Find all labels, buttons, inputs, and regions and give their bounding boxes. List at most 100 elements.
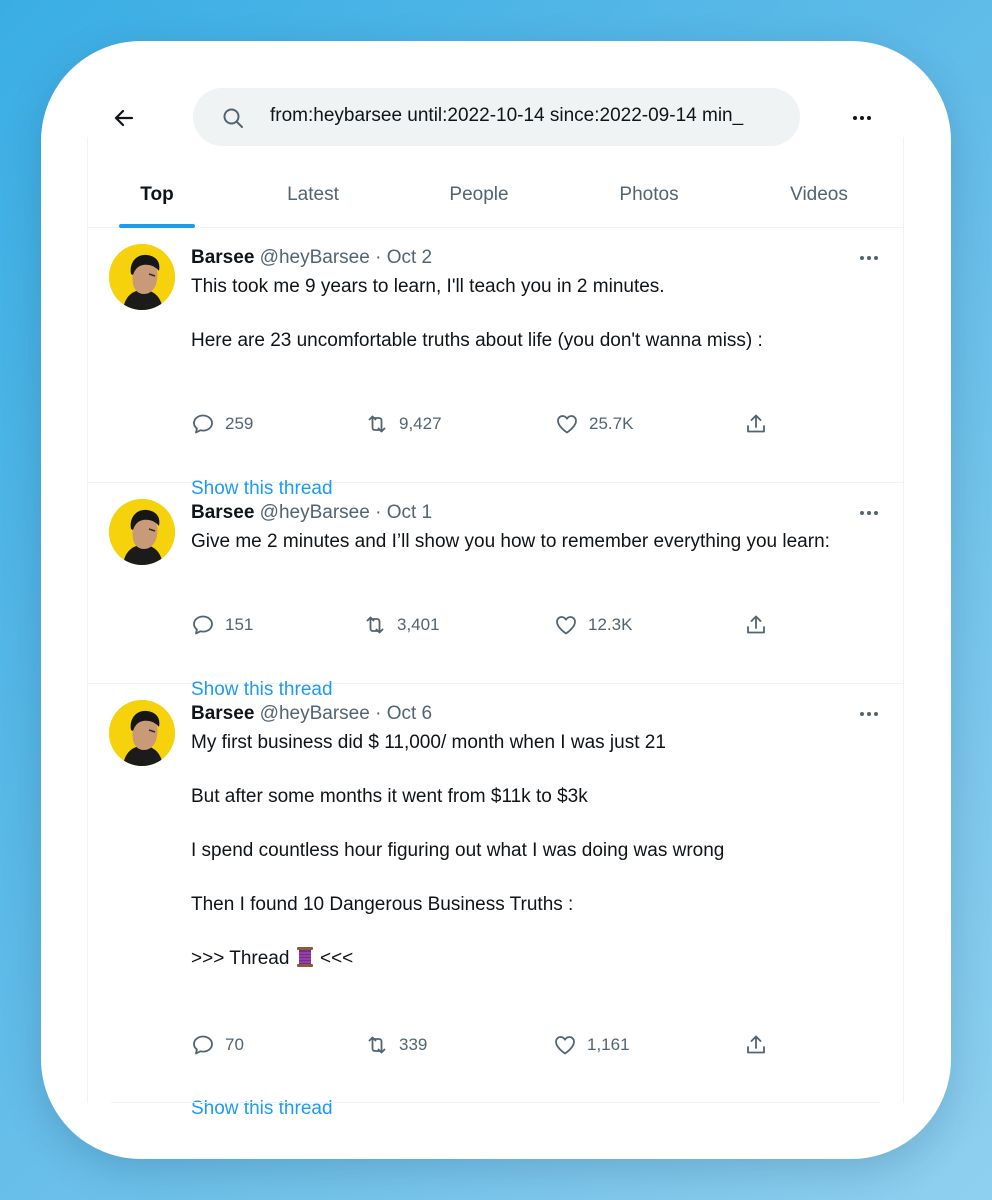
- tweet-line-blank: [191, 864, 724, 891]
- tab-people[interactable]: People: [429, 162, 529, 228]
- more-horizontal-icon: [860, 712, 878, 716]
- like-count: 25.7K: [589, 414, 634, 433]
- more-horizontal-icon: [853, 116, 871, 120]
- avatar-portrait: [109, 499, 175, 565]
- reply-button[interactable]: 151: [191, 613, 253, 637]
- tweet-header: Barsee @heyBarsee · Oct 1: [191, 502, 432, 524]
- like-button[interactable]: 25.7K: [555, 412, 633, 436]
- tweet-line: Give me 2 minutes and I’ll show you how …: [191, 531, 830, 552]
- tweet-text: This took me 9 years to learn, I'll teac…: [191, 273, 763, 354]
- retweet-count: 3,401: [397, 615, 440, 634]
- tweet-date[interactable]: Oct 6: [387, 703, 432, 724]
- avatar-portrait: [109, 244, 175, 310]
- tweet-line-thread: >>> Thread <<<: [191, 945, 724, 972]
- share-button[interactable]: [744, 412, 768, 436]
- divider: [111, 1102, 880, 1103]
- tweet-line: Here are 23 uncomfortable truths about l…: [191, 330, 763, 351]
- retweet-button[interactable]: 3,401: [363, 613, 440, 637]
- retweet-icon: [366, 616, 384, 634]
- more-options-button[interactable]: [847, 105, 877, 131]
- back-button[interactable]: [111, 105, 137, 131]
- tab-label: Photos: [619, 184, 679, 205]
- tweet[interactable]: Barsee @heyBarsee · Oct 1 Give me 2 minu…: [87, 483, 904, 700]
- tweet-date[interactable]: Oct 1: [387, 502, 432, 523]
- tweet-actions: 70 339 1,161: [191, 1033, 791, 1063]
- share-icon: [747, 414, 765, 433]
- separator: ·: [375, 703, 382, 724]
- search-tabs: Top Latest People Photos Videos: [87, 162, 904, 228]
- author-name[interactable]: Barsee: [191, 502, 254, 523]
- author-handle[interactable]: @heyBarsee: [260, 703, 370, 724]
- more-horizontal-icon: [860, 256, 878, 260]
- reply-count: 70: [225, 1035, 244, 1054]
- tweet-line-blank: [191, 300, 763, 327]
- tweet-line-blank: [191, 918, 724, 945]
- reply-button[interactable]: 70: [191, 1033, 244, 1057]
- avatar[interactable]: [109, 499, 175, 565]
- tab-videos[interactable]: Videos: [769, 162, 869, 228]
- retweet-count: 9,427: [399, 414, 442, 433]
- tweet-text: Give me 2 minutes and I’ll show you how …: [191, 528, 830, 555]
- tweet-more-button[interactable]: [856, 252, 882, 264]
- share-button[interactable]: [744, 1033, 768, 1057]
- author-handle[interactable]: @heyBarsee: [260, 247, 370, 268]
- tweet-more-button[interactable]: [856, 708, 882, 720]
- tweet-line-blank: [191, 756, 724, 783]
- tweet-more-button[interactable]: [856, 507, 882, 519]
- share-icon: [747, 1035, 765, 1054]
- more-horizontal-icon: [860, 511, 878, 515]
- tab-photos[interactable]: Photos: [599, 162, 699, 228]
- retweet-icon: [368, 415, 386, 433]
- tweet-line: I spend countless hour figuring out what…: [191, 840, 725, 861]
- tweet-line: My first business did $ 11,000/ month wh…: [191, 732, 666, 753]
- thread-prefix: >>> Thread: [191, 948, 295, 969]
- like-button[interactable]: 1,161: [553, 1033, 630, 1057]
- tweet-text: My first business did $ 11,000/ month wh…: [191, 729, 724, 972]
- author-name[interactable]: Barsee: [191, 247, 254, 268]
- tweet-line: Then I found 10 Dangerous Business Truth…: [191, 894, 574, 915]
- tweet-line-blank: [191, 810, 724, 837]
- separator: ·: [375, 247, 382, 268]
- avatar[interactable]: [109, 700, 175, 766]
- screenshot-card: from:heybarsee until:2022-10-14 since:20…: [41, 41, 951, 1159]
- like-button[interactable]: 12.3K: [554, 613, 632, 637]
- spool-of-thread-icon: [296, 947, 313, 967]
- tweet[interactable]: Barsee @heyBarsee · Oct 6 My first busin…: [87, 684, 904, 1119]
- avatar[interactable]: [109, 244, 175, 310]
- retweet-icon: [368, 1036, 386, 1054]
- share-button[interactable]: [744, 613, 768, 637]
- tweet-line: This took me 9 years to learn, I'll teac…: [191, 276, 665, 297]
- heart-icon: [555, 1036, 575, 1055]
- search-input[interactable]: from:heybarsee until:2022-10-14 since:20…: [270, 105, 788, 127]
- heart-icon: [556, 616, 576, 635]
- thread-suffix: <<<: [314, 948, 354, 969]
- author-handle[interactable]: @heyBarsee: [260, 502, 370, 523]
- reply-count: 151: [225, 615, 254, 634]
- tweet-date[interactable]: Oct 2: [387, 247, 432, 268]
- like-count: 12.3K: [588, 615, 633, 634]
- tweet-line: But after some months it went from $11k …: [191, 786, 588, 807]
- avatar-portrait: [109, 700, 175, 766]
- tweet-header: Barsee @heyBarsee · Oct 6: [191, 703, 432, 725]
- share-icon: [747, 615, 765, 634]
- tweet[interactable]: Barsee @heyBarsee · Oct 2 This took me 9…: [87, 228, 904, 499]
- retweet-button[interactable]: 339: [365, 1033, 427, 1057]
- tab-label: Videos: [790, 184, 848, 205]
- heart-icon: [557, 415, 577, 434]
- tweet-actions: 259 9,427 25.7K: [191, 412, 791, 442]
- tweet-header: Barsee @heyBarsee · Oct 2: [191, 247, 432, 269]
- retweet-button[interactable]: 9,427: [365, 412, 442, 436]
- search-icon: [223, 108, 243, 128]
- reply-count: 259: [225, 414, 254, 433]
- reply-icon: [193, 414, 213, 434]
- like-count: 1,161: [587, 1035, 630, 1054]
- tab-latest[interactable]: Latest: [263, 162, 363, 228]
- tab-top[interactable]: Top: [87, 162, 227, 228]
- separator: ·: [375, 502, 382, 523]
- tab-label: Latest: [287, 184, 339, 205]
- tab-label: People: [449, 184, 509, 205]
- author-name[interactable]: Barsee: [191, 703, 254, 724]
- tweet-actions: 151 3,401 12.3K: [191, 613, 791, 643]
- reply-button[interactable]: 259: [191, 412, 253, 436]
- retweet-count: 339: [399, 1035, 428, 1054]
